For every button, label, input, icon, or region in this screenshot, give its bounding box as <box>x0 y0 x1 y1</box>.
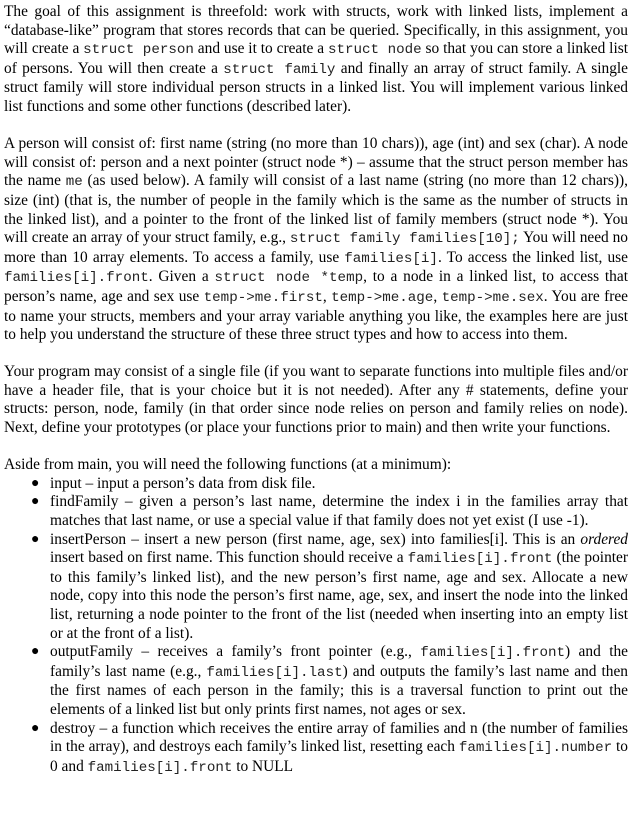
list-item-text: findFamily – given a person’s last name,… <box>50 493 628 530</box>
bullet-icon: ● <box>31 644 40 660</box>
inline-code: struct family families[10]; <box>289 231 520 248</box>
list-item-text: outputFamily – receives a family’s front… <box>50 643 628 718</box>
bullet-icon: ● <box>31 475 40 491</box>
list-item-text: insertPerson – insert a new person (firs… <box>50 530 629 642</box>
list-item-findfamily: ● findFamily – given a person’s last nam… <box>31 493 628 530</box>
inline-code: families[i].front <box>407 551 553 568</box>
inline-code: families[i].front <box>4 270 149 287</box>
bullet-icon: ● <box>31 531 40 547</box>
bullet-icon: ● <box>31 494 40 510</box>
inline-code: families[i].front <box>420 645 566 662</box>
list-item-insertperson: ● insertPerson – insert a new person (fi… <box>31 530 629 644</box>
bullet-icon: ● <box>31 720 40 736</box>
inline-code: families[i].front <box>87 759 233 776</box>
inline-code: struct family <box>223 61 336 78</box>
list-item-text: destroy – a function which receives the … <box>50 719 628 776</box>
inline-code: struct node <box>327 42 422 59</box>
inline-code: families[i].number <box>458 740 613 757</box>
list-item-text: input – input a person’s data from disk … <box>50 474 316 492</box>
inline-code: families[i].last <box>206 664 343 681</box>
function-list: ● input – input a person’s data from dis… <box>4 475 628 778</box>
list-item-destroy: ● destroy – a function which receives th… <box>31 719 628 778</box>
paragraph-struct-definitions: A person will consist of: first name (st… <box>4 135 629 344</box>
inline-code: families[i] <box>344 250 438 267</box>
paragraph-goal: The goal of this assignment is threefold… <box>4 3 629 115</box>
paragraph-functions-intro: Aside from main, you will need the follo… <box>4 456 452 474</box>
inline-code: me <box>65 174 83 191</box>
inline-code: temp->me.age <box>331 289 434 306</box>
inline-code: struct node *temp <box>214 270 364 287</box>
paragraph-program-structure: Your program may consist of a single fil… <box>4 363 628 437</box>
list-item-outputfamily: ● outputFamily – receives a family’s fro… <box>31 643 628 719</box>
emphasis: ordered <box>580 530 628 548</box>
list-item-input: ● input – input a person’s data from dis… <box>31 474 628 494</box>
assignment-document: The goal of this assignment is threefold… <box>0 0 638 777</box>
inline-code: struct person <box>83 42 194 59</box>
inline-code: temp->me.first <box>203 289 323 306</box>
inline-code: temp->me.sex <box>441 289 544 306</box>
